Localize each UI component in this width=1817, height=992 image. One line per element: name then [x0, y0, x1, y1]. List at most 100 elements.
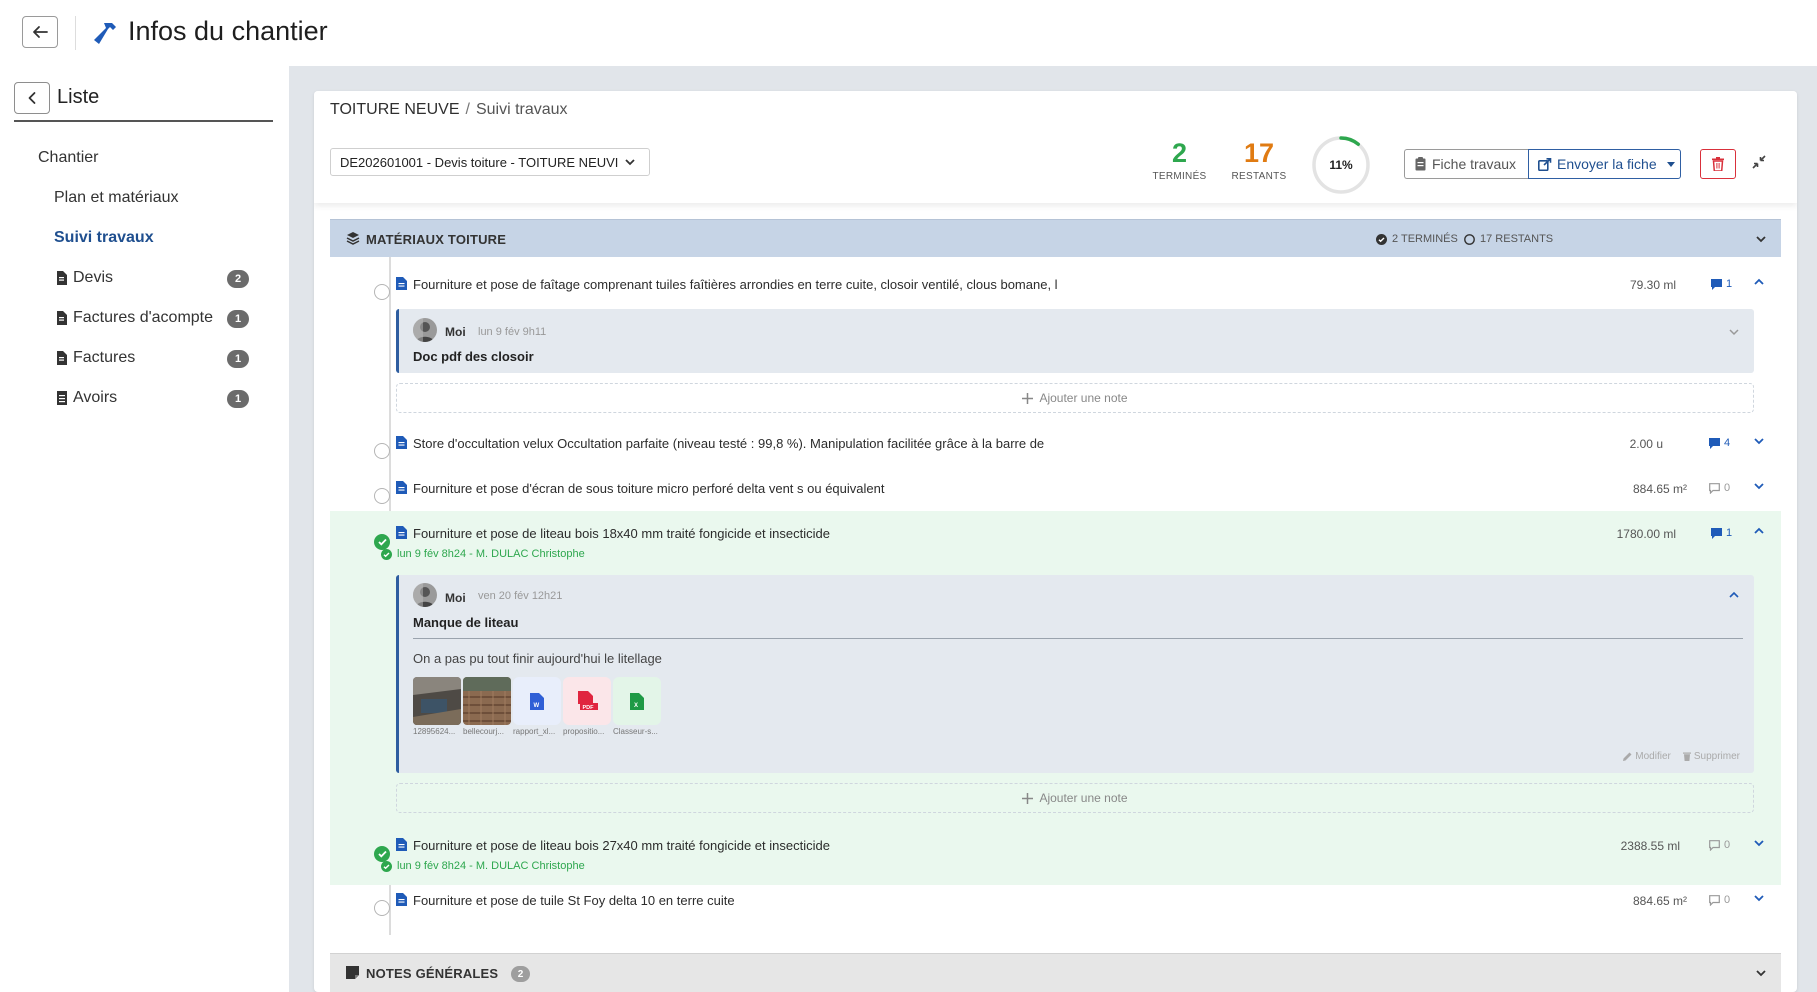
task-item: Fourniture et pose d'écran de sous toitu…	[330, 467, 1781, 511]
stat-remaining-value: 17	[1243, 138, 1275, 168]
plus-icon	[1022, 392, 1034, 404]
task-notes-count[interactable]: 0	[1709, 482, 1730, 494]
plus-icon	[1022, 792, 1034, 804]
share-icon	[1538, 157, 1552, 171]
section-title: NOTES GÉNÉRALES	[366, 966, 499, 981]
chevron-up-icon[interactable]	[1728, 589, 1740, 601]
comment-outline-icon	[1709, 839, 1720, 851]
page-title: Infos du chantier	[128, 16, 328, 46]
invoice-icon	[57, 351, 67, 365]
task-status-toggle[interactable]	[374, 488, 390, 504]
edit-note-button[interactable]: Modifier	[1623, 751, 1671, 762]
sidebar-section-chantier[interactable]: Chantier	[38, 149, 98, 167]
delete-note-button[interactable]: Supprimer	[1682, 751, 1740, 762]
sidebar-item-avoirs[interactable]: Avoirs	[56, 389, 117, 407]
fiche-travaux-button[interactable]: Fiche travaux	[1404, 149, 1528, 179]
attachment-name: rapport_xl...	[513, 727, 556, 736]
pencil-icon	[1623, 752, 1632, 761]
task-done-info: lun 9 fév 8h24 - M. DULAC Christophe	[381, 860, 585, 872]
task-notes-count[interactable]: 0	[1709, 839, 1730, 851]
circle-icon	[1464, 233, 1475, 245]
task-title[interactable]: Store d'occultation velux Occultation pa…	[413, 436, 1044, 451]
task-item: Store d'occultation velux Occultation pa…	[330, 423, 1781, 467]
task-status-toggle[interactable]	[374, 900, 390, 916]
task-title[interactable]: Fourniture et pose de liteau bois 27x40 …	[413, 838, 830, 853]
sidebar: Liste Chantier Plan et matériaux Suivi t…	[0, 66, 289, 992]
notes-count-value: 0	[1724, 894, 1731, 906]
chevron-left-icon	[28, 92, 36, 104]
task-title[interactable]: Fourniture et pose d'écran de sous toitu…	[413, 481, 884, 496]
attachment-photo[interactable]	[463, 677, 511, 725]
section-header-materiaux[interactable]: MATÉRIAUX TOITURE 2 TERMINÉS 17 RESTANTS	[330, 219, 1781, 257]
sidebar-item-suivi-travaux[interactable]: Suivi travaux	[54, 229, 154, 247]
attachment-name: 12895624...	[413, 727, 456, 736]
task-notes-count[interactable]: 4	[1709, 437, 1730, 449]
section-header-notes-generales[interactable]: NOTES GÉNÉRALES 2	[330, 953, 1781, 992]
arrow-left-icon	[33, 26, 48, 38]
task-notes-count[interactable]: 1	[1711, 527, 1732, 539]
breadcrumb-chantier[interactable]: TOITURE NEUVE	[330, 101, 460, 118]
document-icon	[396, 838, 407, 851]
comment-icon	[1711, 527, 1722, 539]
add-note-label: Ajouter une note	[1039, 791, 1128, 805]
svg-text:W: W	[534, 703, 540, 709]
task-status-toggle[interactable]	[374, 284, 390, 300]
fiche-travaux-label: Fiche travaux	[1432, 156, 1517, 172]
envoyer-fiche-button[interactable]: Envoyer la fiche	[1528, 149, 1681, 179]
chevron-up-icon[interactable]	[1753, 276, 1765, 288]
task-title[interactable]: Fourniture et pose de tuile St Foy delta…	[413, 893, 735, 908]
add-note-button[interactable]: Ajouter une note	[396, 383, 1754, 413]
attachment-word[interactable]: W	[513, 677, 561, 725]
chevron-down-icon[interactable]	[1755, 233, 1767, 245]
devis-select[interactable]: DE202601001 - Devis toiture - TOITURE NE…	[330, 148, 650, 176]
chevron-down-icon[interactable]	[1755, 967, 1767, 979]
sidebar-item-factures-acompte[interactable]: Factures d'acompte	[56, 309, 213, 327]
task-done-info: lun 9 fév 8h24 - M. DULAC Christophe	[381, 548, 585, 560]
task-notes-count[interactable]: 1	[1711, 278, 1732, 290]
sidebar-item-factures[interactable]: Factures	[56, 349, 135, 367]
task-title[interactable]: Fourniture et pose de faîtage comprenant…	[413, 277, 1058, 292]
attachment-pdf[interactable]: PDF	[563, 677, 611, 725]
chevron-down-icon[interactable]	[1753, 435, 1765, 447]
attachment-excel[interactable]: X	[613, 677, 661, 725]
task-item: Fourniture et pose de tuile St Foy delta…	[330, 885, 1781, 935]
back-button[interactable]	[22, 16, 58, 48]
list-back-button[interactable]	[14, 82, 50, 114]
task-status-toggle[interactable]	[374, 443, 390, 459]
top-bar: Infos du chantier	[0, 0, 1817, 66]
attachment-photo[interactable]	[413, 677, 461, 725]
count-badge: 1	[227, 390, 249, 408]
chevron-down-icon[interactable]	[1728, 326, 1740, 338]
chevron-down-icon[interactable]	[1753, 480, 1765, 492]
hammer-icon	[94, 23, 116, 44]
task-quantity: 2388.55 ml	[1620, 839, 1680, 853]
chevron-down-icon[interactable]	[1753, 892, 1765, 904]
clipboard-icon	[1415, 157, 1426, 171]
notes-count-value: 4	[1724, 437, 1731, 449]
chevron-down-icon[interactable]	[1753, 837, 1765, 849]
collapse-icon[interactable]	[1751, 154, 1767, 170]
trash-icon	[1682, 752, 1691, 761]
list-label: Liste	[57, 86, 100, 108]
chevron-up-icon[interactable]	[1753, 525, 1765, 537]
notes-count-value: 1	[1726, 527, 1733, 539]
task-notes-count[interactable]: 0	[1709, 894, 1730, 906]
stat-remaining-label: RESTANTS	[1231, 171, 1287, 182]
section-done-count: 2 TERMINÉS	[1376, 233, 1458, 245]
divider	[413, 638, 1743, 639]
breadcrumb-separator: /	[465, 101, 470, 118]
task-quantity: 1780.00 ml	[1616, 527, 1676, 541]
sidebar-item-devis[interactable]: Devis	[56, 269, 113, 287]
delete-button[interactable]	[1700, 149, 1736, 179]
envoyer-fiche-label: Envoyer la fiche	[1557, 156, 1657, 172]
attachment-name: propositio...	[563, 727, 605, 736]
excel-file-icon: X	[630, 692, 644, 710]
caret-down-icon	[1666, 161, 1675, 167]
task-quantity: 884.65 m²	[1632, 482, 1687, 496]
sidebar-item-plan[interactable]: Plan et matériaux	[54, 189, 179, 207]
delete-note-label: Supprimer	[1693, 751, 1740, 762]
layers-icon	[346, 232, 360, 245]
avatar	[413, 583, 437, 607]
add-note-button[interactable]: Ajouter une note	[396, 783, 1754, 813]
task-title[interactable]: Fourniture et pose de liteau bois 18x40 …	[413, 526, 830, 541]
